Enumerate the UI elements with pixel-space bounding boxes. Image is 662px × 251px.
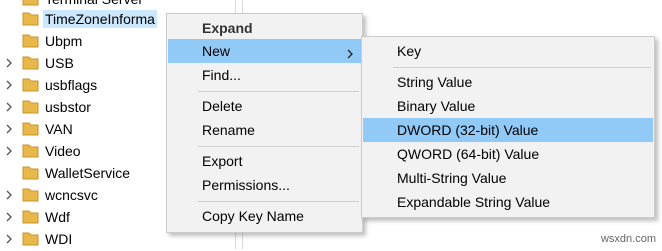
tree-item-label: usbstor — [45, 99, 91, 115]
menu-item-label: Key — [397, 43, 422, 59]
chevron-right-icon[interactable] — [4, 122, 14, 136]
folder-icon — [22, 143, 39, 158]
tree-item-label: Video — [45, 143, 81, 159]
menu-item-label: New — [202, 43, 231, 59]
menu-separator — [198, 91, 359, 92]
folder-icon — [22, 231, 39, 246]
menu-item-export[interactable]: Export — [168, 149, 361, 173]
folder-icon — [22, 0, 39, 6]
menu-item-label: Delete — [202, 98, 243, 114]
menu-item-copy-key-name[interactable]: Copy Key Name — [168, 204, 361, 228]
folder-icon — [22, 33, 39, 48]
menu-item-label: Export — [202, 153, 243, 169]
menu-item-label: DWORD (32-bit) Value — [397, 122, 539, 138]
submenu-item-string-value[interactable]: String Value — [363, 70, 653, 94]
tree-item-label: WalletService — [45, 165, 131, 181]
new-submenu: Key String Value Binary Value DWORD (32-… — [361, 36, 655, 218]
tree-item-label: WDI — [45, 231, 73, 247]
menu-item-new[interactable]: New — [168, 39, 361, 63]
chevron-right-icon[interactable] — [4, 100, 14, 114]
submenu-item-key[interactable]: Key — [363, 39, 653, 63]
watermark: wsxdn.com — [600, 233, 656, 245]
tree-item-label: USB — [45, 55, 74, 71]
menu-separator — [198, 201, 359, 202]
tree-item-label: Ubpm — [45, 33, 83, 49]
menu-item-find[interactable]: Find... — [168, 63, 361, 87]
tree-item-label: wcncsvc — [45, 187, 98, 203]
menu-item-label: QWORD (64-bit) Value — [397, 146, 540, 162]
chevron-right-icon[interactable] — [4, 56, 14, 70]
chevron-right-icon[interactable] — [4, 210, 14, 224]
menu-item-label: Expandable String Value — [397, 194, 551, 210]
context-menu: Expand New Find... Delete Rename Export … — [166, 13, 363, 233]
tree-item-label: VAN — [45, 121, 73, 137]
chevron-right-icon[interactable] — [4, 188, 14, 202]
menu-item-permissions[interactable]: Permissions... — [168, 173, 361, 197]
submenu-item-expandable-string-value[interactable]: Expandable String Value — [363, 190, 653, 214]
menu-item-label: Find... — [202, 67, 241, 83]
submenu-item-qword-value[interactable]: QWORD (64-bit) Value — [363, 142, 653, 166]
menu-item-label: Expand — [202, 20, 253, 36]
folder-icon — [22, 121, 39, 136]
menu-item-label: Permissions... — [202, 177, 290, 193]
chevron-right-icon[interactable] — [4, 232, 14, 246]
submenu-item-dword-value[interactable]: DWORD (32-bit) Value — [363, 118, 653, 142]
folder-icon — [22, 55, 39, 70]
tree-item-label: Wdf — [45, 209, 70, 225]
menu-item-label: Binary Value — [397, 98, 476, 114]
menu-item-label: Multi-String Value — [397, 170, 507, 186]
chevron-right-icon — [347, 46, 353, 59]
folder-icon — [22, 187, 39, 202]
chevron-right-icon[interactable] — [4, 144, 14, 158]
menu-separator — [393, 67, 651, 68]
folder-icon — [22, 77, 39, 92]
tree-item-label: usbflags — [45, 77, 98, 93]
folder-icon — [22, 11, 39, 26]
folder-icon — [22, 99, 39, 114]
menu-item-rename[interactable]: Rename — [168, 118, 361, 142]
menu-item-delete[interactable]: Delete — [168, 94, 361, 118]
submenu-item-multi-string-value[interactable]: Multi-String Value — [363, 166, 653, 190]
menu-item-label: Copy Key Name — [202, 208, 304, 224]
menu-item-label: Rename — [202, 122, 255, 138]
folder-icon — [22, 165, 39, 180]
folder-icon — [22, 209, 39, 224]
submenu-item-binary-value[interactable]: Binary Value — [363, 94, 653, 118]
menu-item-expand[interactable]: Expand — [168, 16, 361, 40]
tree-item-label: Terminal Server — [45, 0, 143, 8]
menu-item-label: String Value — [397, 74, 473, 90]
chevron-right-icon[interactable] — [4, 78, 14, 92]
tree-item-label: TimeZoneInforma — [43, 10, 157, 28]
menu-separator — [198, 146, 359, 147]
